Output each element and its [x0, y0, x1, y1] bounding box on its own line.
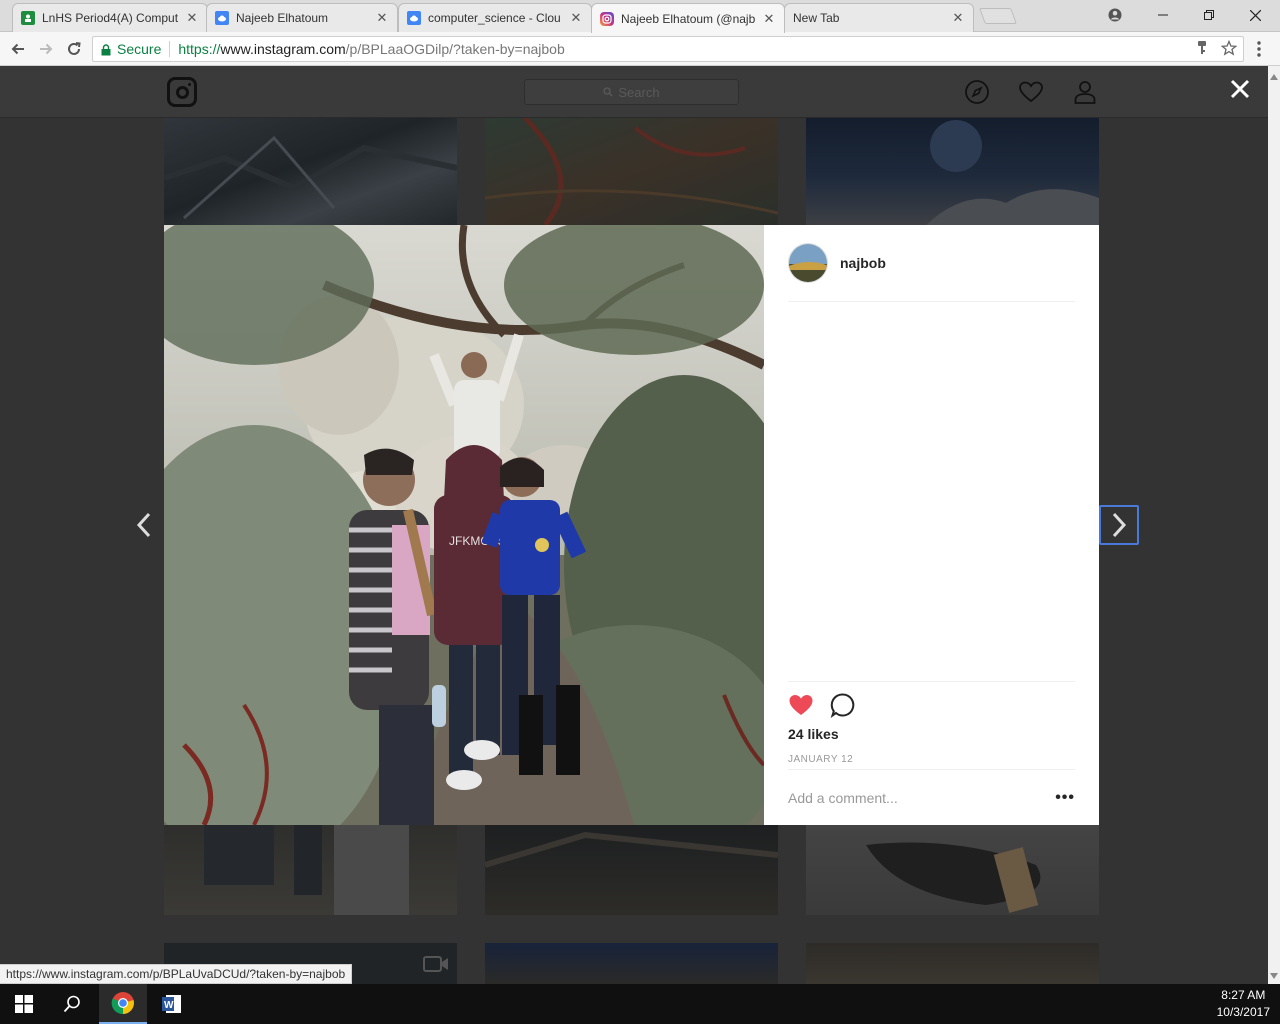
chrome-menu-icon[interactable]: [1257, 40, 1261, 61]
grid-photo-6[interactable]: [806, 825, 1099, 915]
search-placeholder: Search: [618, 84, 660, 100]
avatar[interactable]: [788, 243, 828, 283]
username-link[interactable]: najbob: [840, 255, 886, 271]
grid-photo-8[interactable]: [485, 943, 778, 984]
tab-strip: LnHS Period4(A) Comput ✕ Najeeb Elhatoum…: [0, 0, 1280, 33]
grid-photo-3[interactable]: [806, 118, 1099, 225]
grid-photo-2[interactable]: [485, 118, 778, 225]
close-tab-icon[interactable]: ✕: [375, 10, 389, 26]
comment-bubble-icon[interactable]: [830, 692, 856, 721]
likes-count[interactable]: 24 likes: [788, 726, 1075, 742]
scroll-up-arrow-icon[interactable]: [1270, 68, 1278, 83]
new-tab-button[interactable]: [979, 8, 1017, 24]
close-window-button[interactable]: [1232, 0, 1278, 30]
key-icon[interactable]: [1197, 40, 1207, 60]
cloud-icon: [215, 11, 229, 25]
tab-title: Najeeb Elhatoum (@najb: [621, 11, 756, 26]
post-actions: 24 likes JANUARY 12: [788, 681, 1075, 765]
restore-button[interactable]: [1186, 0, 1232, 30]
url-path: /p/BPLaaOGDilp/?taken-by=najbob: [345, 41, 565, 57]
profile-icon[interactable]: [1092, 0, 1138, 30]
tab-computer-science[interactable]: computer_science - Clou ✕: [398, 3, 592, 32]
minimize-button[interactable]: [1140, 0, 1186, 30]
svg-text:W: W: [164, 1000, 174, 1011]
clock-date: 10/3/2017: [1216, 1005, 1270, 1019]
post-photo[interactable]: JFKMCHS: [164, 225, 764, 825]
close-tab-icon[interactable]: ✕: [951, 10, 965, 26]
page-scrollbar[interactable]: [1268, 66, 1280, 984]
page-viewport: Search JFKMCHS najbob 24 likes JANUARY 1…: [0, 66, 1268, 984]
cloud-icon: [407, 11, 421, 25]
tab-new-tab[interactable]: New Tab ✕: [784, 3, 974, 32]
url-host: www.instagram.com: [220, 41, 346, 57]
lock-icon: [101, 43, 111, 56]
tab-instagram[interactable]: Najeeb Elhatoum (@najb ✕: [591, 3, 785, 33]
scroll-down-arrow-icon[interactable]: [1270, 967, 1278, 982]
tab-najeeb-cloud[interactable]: Najeeb Elhatoum ✕: [206, 3, 398, 32]
secure-label: Secure: [117, 41, 162, 57]
post-header: najbob: [788, 225, 1075, 302]
windows-start-icon[interactable]: [0, 984, 48, 1024]
back-arrow-icon[interactable]: [5, 36, 31, 62]
windows-taskbar: W 8:27 AM 10/3/2017: [0, 984, 1280, 1024]
tab-title: computer_science - Clou: [428, 11, 561, 25]
grid-photo-4[interactable]: [164, 825, 457, 915]
comment-bar: Add a comment... •••: [788, 769, 1075, 825]
word-taskbar-icon[interactable]: W: [148, 984, 196, 1024]
url-scheme: https://: [178, 41, 221, 57]
video-camera-icon: [423, 955, 449, 976]
instagram-icon: [600, 11, 614, 26]
grid-photo-1[interactable]: [164, 118, 457, 225]
liked-heart-icon[interactable]: [788, 693, 814, 720]
clock-time: 8:27 AM: [1221, 988, 1266, 1002]
reload-icon[interactable]: [61, 36, 87, 62]
search-icon[interactable]: [48, 984, 96, 1024]
profile-person-icon[interactable]: [1072, 79, 1098, 105]
heart-activity-icon[interactable]: [1018, 79, 1044, 105]
browser-toolbar: Secure https://www.instagram.com/p/BPLaa…: [0, 32, 1280, 66]
classroom-icon: [21, 11, 35, 25]
more-options-icon[interactable]: •••: [1055, 789, 1075, 807]
divider: [169, 41, 171, 57]
post-details-panel: najbob 24 likes JANUARY 12 Add a comment…: [764, 225, 1099, 825]
address-bar[interactable]: Secure https://www.instagram.com/p/BPLaa…: [92, 36, 1244, 62]
post-date[interactable]: JANUARY 12: [788, 754, 1075, 765]
chrome-taskbar-icon[interactable]: [99, 984, 147, 1024]
url-text[interactable]: https://www.instagram.com/p/BPLaaOGDilp/…: [178, 41, 564, 57]
system-clock[interactable]: 8:27 AM 10/3/2017: [1217, 987, 1270, 1021]
close-modal-icon[interactable]: [1226, 76, 1254, 104]
grid-photo-9[interactable]: [806, 943, 1099, 984]
forward-arrow-icon[interactable]: [33, 36, 59, 62]
secure-indicator[interactable]: Secure: [101, 41, 161, 57]
tab-title: New Tab: [793, 11, 840, 25]
grid-photo-5[interactable]: [485, 825, 778, 915]
add-comment-input[interactable]: Add a comment...: [788, 790, 898, 806]
instagram-header: Search: [0, 66, 1268, 118]
tab-lnhs[interactable]: LnHS Period4(A) Comput ✕: [12, 3, 208, 32]
previous-post-arrow-icon[interactable]: [124, 505, 164, 545]
tab-title: Najeeb Elhatoum: [236, 11, 329, 25]
search-input[interactable]: Search: [524, 79, 739, 105]
explore-compass-icon[interactable]: [964, 79, 990, 105]
search-icon: [603, 85, 613, 100]
close-tab-icon[interactable]: ✕: [569, 10, 583, 26]
status-bar-url: https://www.instagram.com/p/BPLaUvaDCUd/…: [0, 964, 353, 984]
close-tab-icon[interactable]: ✕: [762, 11, 776, 27]
tab-title: LnHS Period4(A) Comput: [42, 11, 179, 25]
close-tab-icon[interactable]: ✕: [185, 10, 199, 26]
next-post-arrow-icon[interactable]: [1099, 505, 1139, 545]
bookmark-star-icon[interactable]: [1220, 39, 1238, 60]
instagram-logo-icon[interactable]: [167, 77, 197, 107]
